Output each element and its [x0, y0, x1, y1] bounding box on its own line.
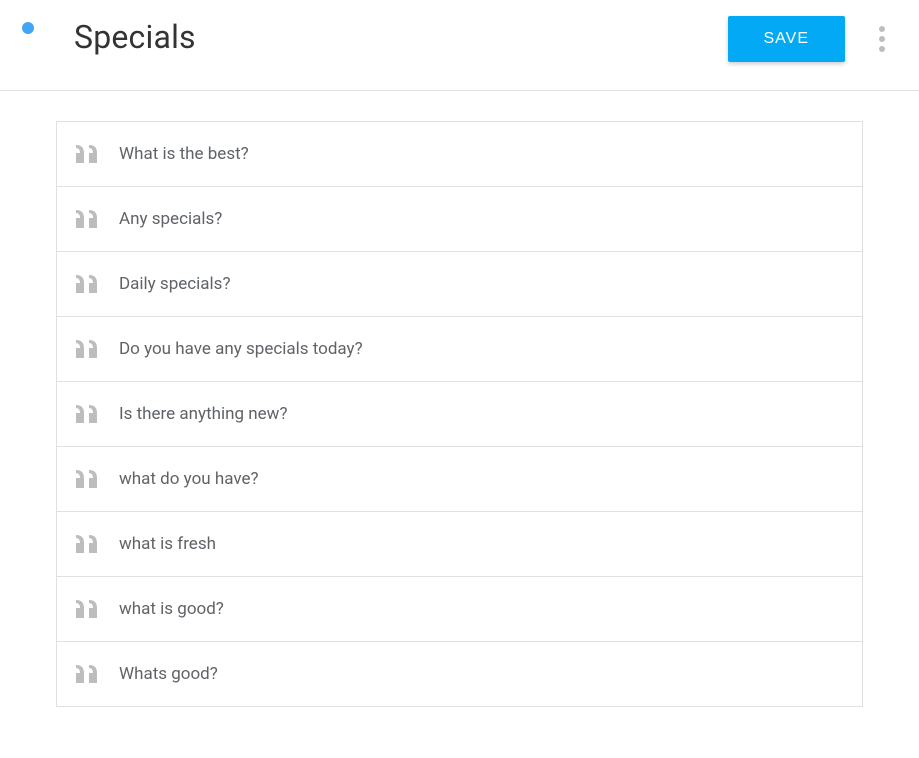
phrase-row[interactable]: Do you have any specials today?	[57, 317, 862, 382]
quote-icon	[75, 600, 99, 618]
phrase-text: Is there anything new?	[119, 404, 288, 424]
page-title: Specials	[74, 18, 728, 56]
phrase-text: Whats good?	[119, 664, 218, 684]
more-vert-icon	[879, 26, 885, 32]
save-button[interactable]: SAVE	[728, 16, 846, 62]
quote-icon	[75, 535, 99, 553]
phrase-row[interactable]: What is the best?	[57, 122, 862, 187]
phrase-row[interactable]: Whats good?	[57, 642, 862, 706]
phrase-text: what is fresh	[119, 534, 216, 554]
phrase-text: Daily specials?	[119, 274, 231, 294]
phrase-text: what do you have?	[119, 469, 259, 489]
quote-icon	[75, 145, 99, 163]
phrase-row[interactable]: what do you have?	[57, 447, 862, 512]
phrase-row[interactable]: Is there anything new?	[57, 382, 862, 447]
quote-icon	[75, 340, 99, 358]
phrase-text: What is the best?	[119, 144, 249, 164]
phrase-row[interactable]: Daily specials?	[57, 252, 862, 317]
status-dot-icon	[22, 22, 34, 34]
content-area: What is the best? Any specials? Daily spec…	[0, 91, 919, 737]
more-options-button[interactable]	[873, 20, 891, 58]
quote-icon	[75, 470, 99, 488]
quote-icon	[75, 210, 99, 228]
phrase-text: Do you have any specials today?	[119, 339, 363, 359]
quote-icon	[75, 275, 99, 293]
phrase-text: Any specials?	[119, 209, 222, 229]
phrase-text: what is good?	[119, 599, 224, 619]
header: Specials SAVE	[0, 0, 919, 91]
quote-icon	[75, 665, 99, 683]
phrase-list: What is the best? Any specials? Daily spec…	[56, 121, 863, 707]
phrase-row[interactable]: what is fresh	[57, 512, 862, 577]
quote-icon	[75, 405, 99, 423]
phrase-row[interactable]: Any specials?	[57, 187, 862, 252]
phrase-row[interactable]: what is good?	[57, 577, 862, 642]
